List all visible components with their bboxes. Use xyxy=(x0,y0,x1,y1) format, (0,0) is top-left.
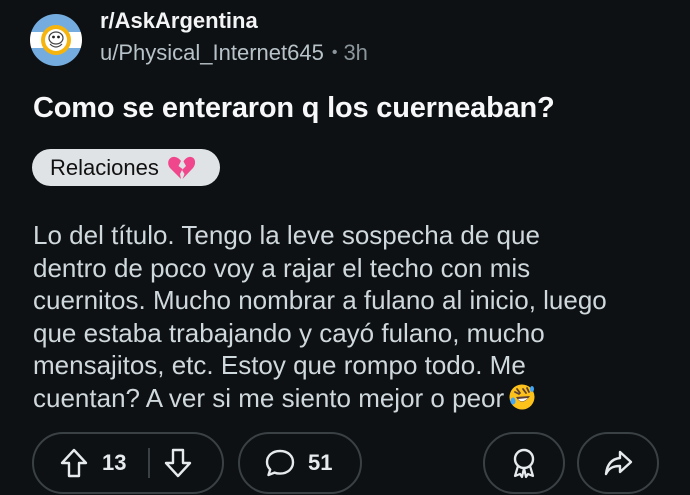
post-meta: u/Physical_Internet645 • 3h xyxy=(100,40,368,66)
author-name[interactable]: u/Physical_Internet645 xyxy=(100,40,324,65)
comment-count: 51 xyxy=(308,450,333,475)
body-line: cuentan? A ver si me siento mejor o peor xyxy=(33,382,505,413)
post-card: r/AskArgentina u/Physical_Internet645 • 3h… xyxy=(0,0,690,495)
flair-badge[interactable]: Relaciones xyxy=(32,149,220,186)
award-button[interactable] xyxy=(483,432,565,494)
share-button[interactable] xyxy=(577,432,659,494)
body-line: que estaba trabajando y cayó fulano, muc… xyxy=(33,317,545,348)
body-line-last: cuentan? A ver si me siento mejor o peor xyxy=(33,382,673,419)
post-time: 3h xyxy=(343,40,368,65)
post-title[interactable]: Como se enteraron q los cuerneaban? xyxy=(33,92,555,125)
share-icon xyxy=(603,449,633,477)
subreddit-avatar-icon[interactable] xyxy=(30,14,82,66)
body-line: mensajitos, etc. Estoy que rompo todo. M… xyxy=(33,350,526,380)
upvote-arrow-icon[interactable] xyxy=(60,448,88,478)
body-line: dentro de poco voy a rajar el techo con … xyxy=(33,252,531,283)
rolling-on-floor-laughing-icon xyxy=(508,383,536,419)
post-body: Lo del título. Tengo la leve sospecha de… xyxy=(33,219,673,418)
body-line: cuernitos. Mucho nombrar a fulano al ini… xyxy=(33,285,607,315)
upvote-count: 13 xyxy=(102,450,127,475)
vote-divider xyxy=(148,448,151,478)
flair-label: Relaciones xyxy=(50,154,159,180)
comments-button[interactable]: 51 xyxy=(238,432,362,494)
subreddit-name[interactable]: r/AskArgentina xyxy=(100,8,258,34)
vote-control: 13 xyxy=(32,432,224,494)
comment-bubble-icon xyxy=(264,448,296,478)
meta-separator: • xyxy=(331,44,338,61)
award-icon xyxy=(509,447,539,479)
downvote-arrow-icon[interactable] xyxy=(164,448,192,478)
broken-heart-icon xyxy=(167,155,195,181)
body-line: Lo del título. Tengo la leve sospecha de… xyxy=(33,220,540,250)
